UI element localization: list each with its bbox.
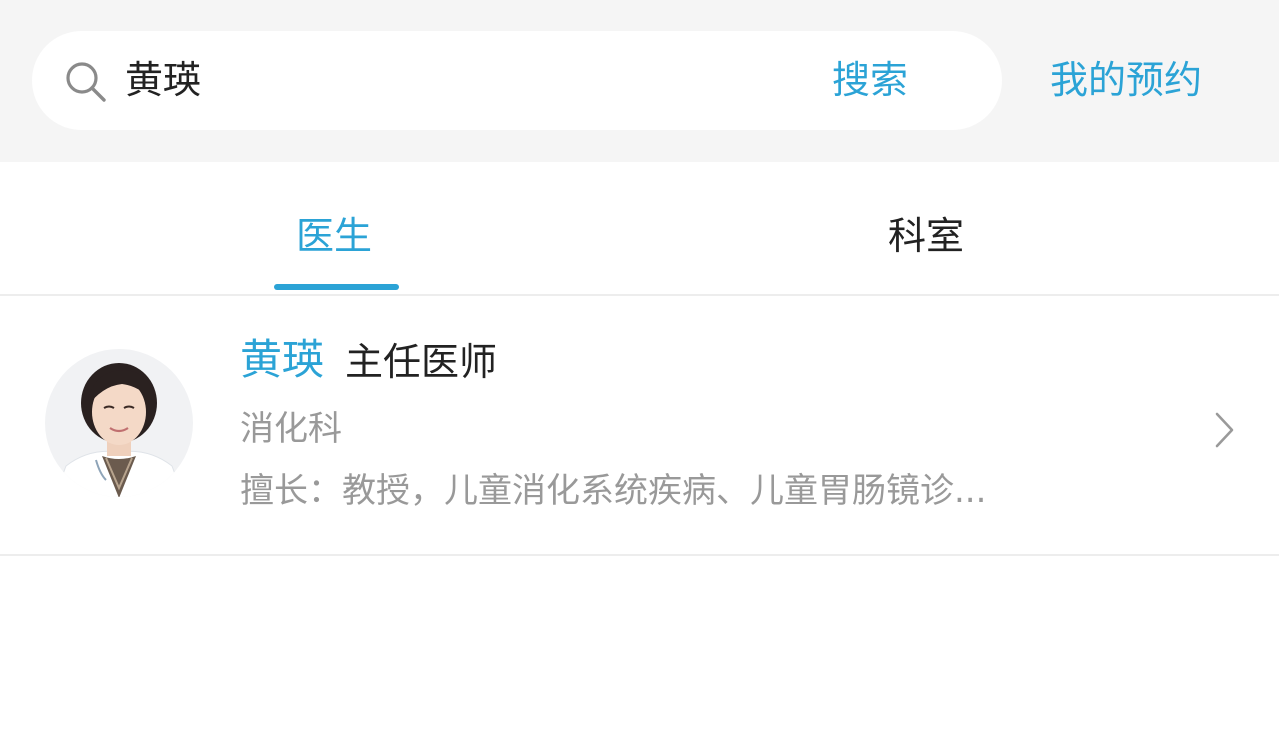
result-tabs: 医生 科室	[0, 162, 1279, 296]
search-input[interactable]: 黄瑛	[125, 52, 201, 108]
active-tab-indicator	[274, 284, 399, 290]
doctor-department: 消化科	[240, 409, 342, 449]
tab-doctors[interactable]: 医生	[296, 208, 372, 264]
doctor-title: 主任医师	[345, 340, 498, 384]
doctor-name: 黄瑛	[240, 335, 325, 384]
doctor-list-item[interactable]: 黄瑛 主任医师 消化科 擅长：教授，儿童消化系统疾病、儿童胃肠镜诊...	[0, 296, 1279, 556]
doctor-specialty: 擅长：教授，儿童消化系统疾病、儿童胃肠镜诊...	[240, 471, 987, 511]
top-bar: 黄瑛 搜索 我的预约	[0, 0, 1279, 162]
tab-departments[interactable]: 科室	[888, 208, 964, 264]
chevron-right-icon	[1215, 412, 1234, 448]
my-appointments-link[interactable]: 我的预约	[1050, 52, 1202, 108]
search-button[interactable]: 搜索	[832, 52, 908, 108]
search-icon	[66, 62, 106, 102]
doctor-avatar	[45, 349, 193, 497]
